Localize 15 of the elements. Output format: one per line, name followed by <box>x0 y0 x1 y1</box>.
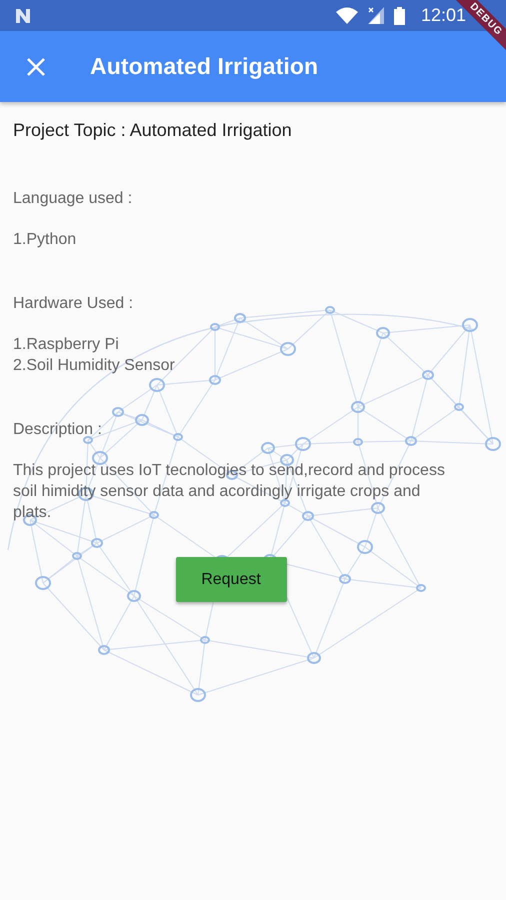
app-title: Automated Irrigation <box>90 53 318 80</box>
section-text: 2.Soil Humidity Sensor <box>13 356 176 376</box>
signal-icon <box>368 7 384 24</box>
wifi-icon <box>336 7 358 24</box>
battery-icon <box>394 6 405 24</box>
section-heading: Hardware Used : <box>13 295 134 313</box>
request-button[interactable]: Request <box>176 557 286 602</box>
section-heading: Language used : <box>13 190 134 208</box>
section-text: 1.Raspberry Pi <box>13 335 120 355</box>
project-topic: Project Topic : Automated Irrigation <box>13 120 293 141</box>
clock-time: 12:01 <box>420 5 466 26</box>
close-icon <box>26 56 46 76</box>
section-text: 1.Python <box>13 230 78 250</box>
notification-icon <box>15 8 31 24</box>
section-heading: Description : <box>13 421 103 439</box>
